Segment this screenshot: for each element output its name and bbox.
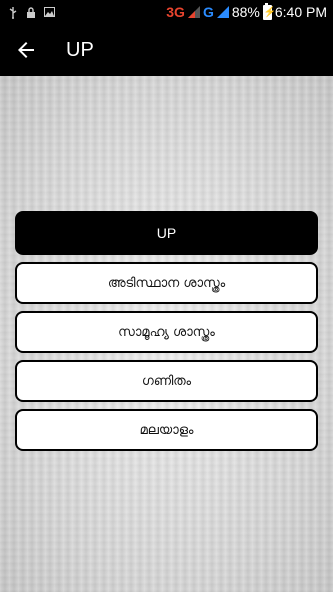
- status-bar: 3G G 88% ⚡ 6:40 PM: [0, 0, 333, 24]
- menu-item-basic-science[interactable]: അടിസ്ഥാന ശാസ്ത്രം: [15, 262, 318, 304]
- network-g-label: G: [202, 4, 214, 20]
- menu-header: UP: [15, 211, 318, 255]
- battery-charging-icon: ⚡: [262, 2, 277, 20]
- arrow-left-icon: [18, 42, 34, 58]
- app-bar: UP: [0, 24, 333, 76]
- notification-icons: [8, 4, 55, 20]
- signal-icon: [216, 6, 229, 18]
- signal-icon: [187, 6, 200, 18]
- image-icon: [44, 7, 55, 17]
- usb-icon: [8, 7, 18, 19]
- menu-item-mathematics[interactable]: ഗണിതം: [15, 360, 318, 402]
- lock-icon: [26, 7, 36, 18]
- main-content: UP അടിസ്ഥാന ശാസ്ത്രം സാമൂഹ്യ ശാസ്ത്രം ഗണ…: [0, 76, 333, 592]
- back-button[interactable]: [14, 38, 38, 62]
- clock: 6:40 PM: [274, 4, 327, 20]
- battery-percent: 88%: [231, 4, 260, 20]
- menu-item-malayalam[interactable]: മലയാളം: [15, 409, 318, 451]
- page-title: UP: [66, 39, 94, 61]
- system-status: 3G G 88% ⚡ 6:40 PM: [166, 2, 327, 21]
- network-3g-label: 3G: [166, 4, 185, 20]
- menu-item-social-science[interactable]: സാമൂഹ്യ ശാസ്ത്രം: [15, 311, 318, 353]
- subject-menu: UP അടിസ്ഥാന ശാസ്ത്രം സാമൂഹ്യ ശാസ്ത്രം ഗണ…: [15, 211, 318, 458]
